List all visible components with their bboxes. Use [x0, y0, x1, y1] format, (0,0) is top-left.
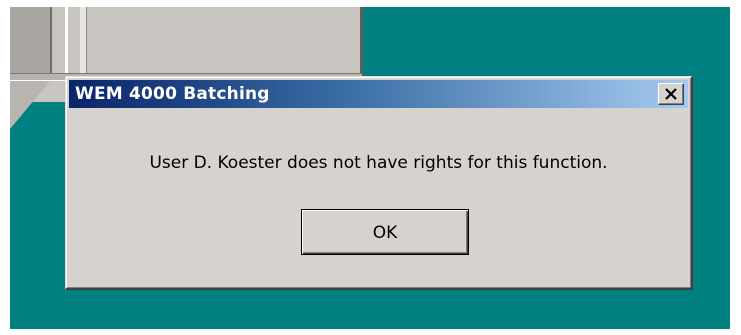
ok-button[interactable]: OK	[301, 209, 469, 255]
dialog-message: User D. Koester does not have rights for…	[149, 153, 608, 173]
desktop: WEM 4000 Batching User D. Koester does n…	[10, 7, 730, 329]
background-window-edge	[10, 7, 52, 77]
message-dialog: WEM 4000 Batching User D. Koester does n…	[65, 76, 693, 290]
close-button[interactable]	[658, 83, 684, 105]
close-icon	[665, 88, 677, 100]
dialog-titlebar[interactable]: WEM 4000 Batching	[69, 80, 688, 108]
background-slope	[10, 81, 50, 129]
background-panel	[65, 7, 363, 81]
background-panel-divider	[80, 7, 87, 79]
ok-button-label: OK	[372, 222, 398, 243]
dialog-title: WEM 4000 Batching	[75, 84, 270, 104]
